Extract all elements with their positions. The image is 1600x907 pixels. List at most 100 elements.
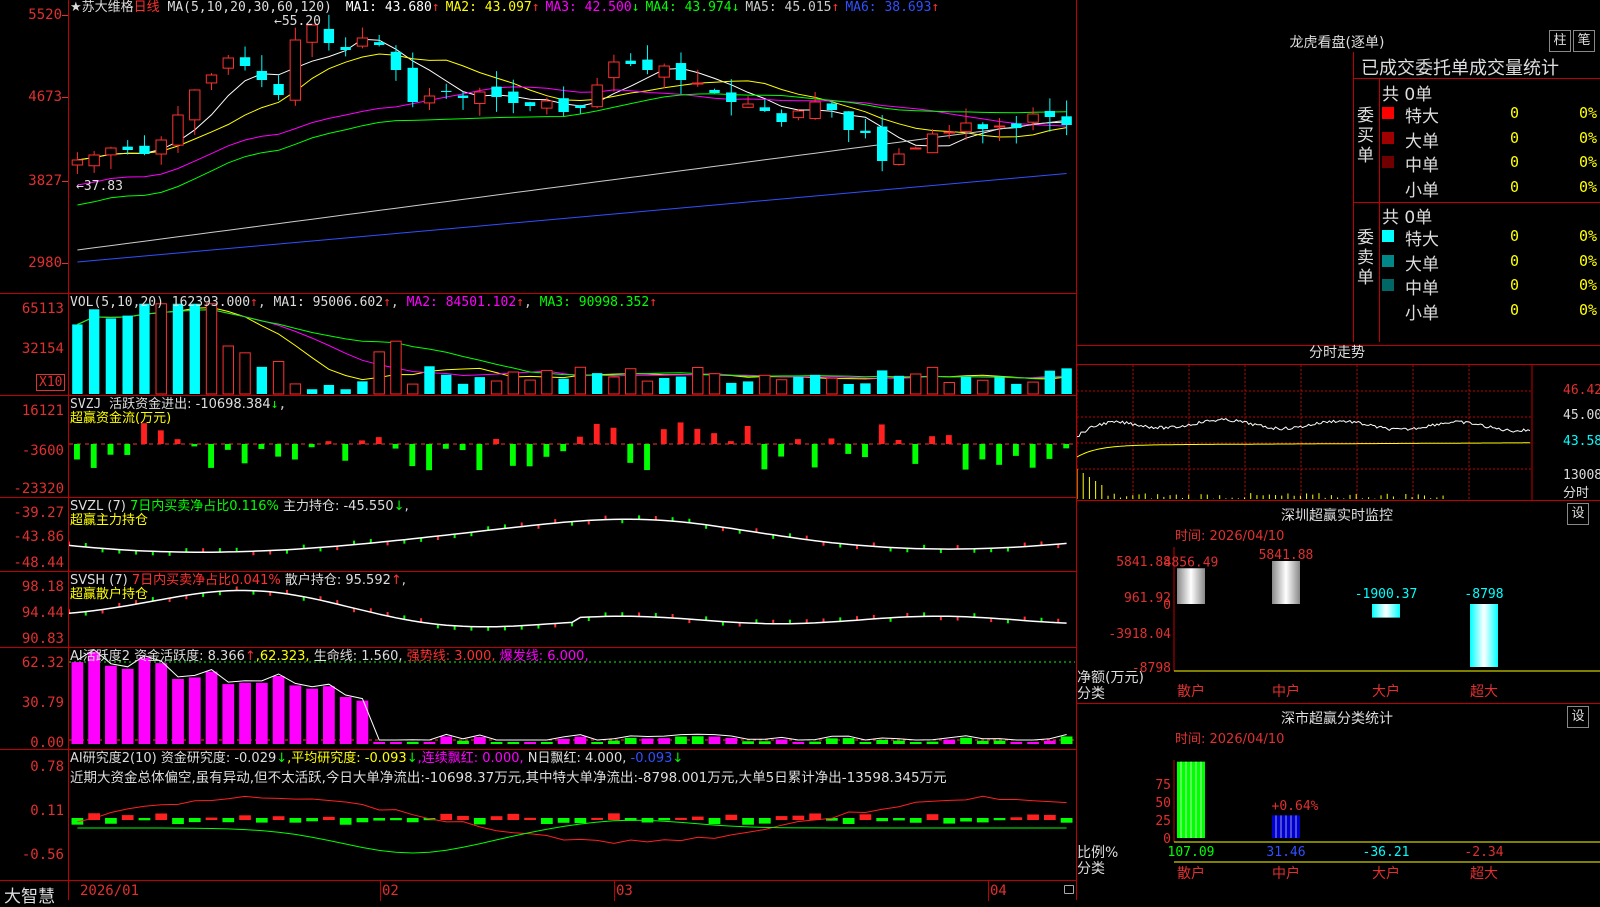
- svzj-bar: [459, 444, 466, 451]
- bar-mode-button[interactable]: 柱: [1549, 30, 1571, 52]
- ai2-bar: [658, 818, 671, 821]
- svzj-panel[interactable]: SVZJ 活跃资金进出: -10698.384↓, 超赢资金流(万元) 1612…: [0, 396, 1076, 498]
- candle-body: [1027, 113, 1039, 123]
- ai1-bar: [976, 740, 989, 744]
- intraday-panel[interactable]: 分时走势 46.42 45.00 43.58 13008 分时: [1077, 338, 1600, 501]
- intra-axis-low: 43.58: [1563, 434, 1600, 449]
- ai2-bar: [758, 818, 771, 824]
- volume-bar: [424, 366, 435, 394]
- ai1-bar: [88, 651, 101, 744]
- ai1-bar: [1043, 740, 1056, 744]
- candle-body: [943, 131, 955, 134]
- ai1-bar: [373, 742, 386, 744]
- row-name: 特大: [1405, 230, 1439, 250]
- svzl-panel[interactable]: SVZL (7) 7日内买卖净占比0.116% 主力持仓: -45.550↓, …: [0, 498, 1076, 572]
- szm-bar-rect: [1470, 604, 1498, 667]
- ai1-bar: [1027, 742, 1039, 744]
- high-marker: ←55.20: [274, 14, 321, 29]
- row-name: 大单: [1405, 254, 1439, 275]
- main-chart-area[interactable]: ★苏大维格日线 MA(5,10,20,30,60,120) MA1: 43.68…: [0, 0, 1076, 907]
- volume-bar: [289, 383, 302, 395]
- x-tick-feb: 02: [382, 883, 399, 899]
- svzj-bar: [929, 436, 935, 444]
- row-pct: 0%: [1578, 153, 1597, 171]
- ma-arrow-2: ↑: [531, 0, 540, 15]
- ma-value-6: MA6: 38.693: [845, 0, 932, 15]
- dragon-col-line: [1379, 78, 1380, 342]
- intra-axis-label: 分时: [1563, 486, 1590, 501]
- ai2-line-green: [77, 819, 1067, 854]
- candle-body: [742, 103, 754, 108]
- ai1-bar: [188, 677, 201, 744]
- price-axis-label: 3827: [28, 173, 62, 189]
- ai2-bar: [557, 818, 570, 823]
- buy-label-char: 委: [1357, 106, 1374, 126]
- ai2-bar: [893, 818, 905, 821]
- vol-unit-badge: X10: [36, 374, 66, 391]
- ai1-bar: [272, 675, 285, 744]
- candle-body: [776, 113, 787, 122]
- ai1-bar: [390, 742, 402, 744]
- ai1-bar: [524, 742, 536, 744]
- svzj-bar: [308, 444, 315, 448]
- candle-body: [910, 147, 922, 150]
- low-marker: ←37.83: [76, 179, 123, 194]
- price-panel[interactable]: ★苏大维格日线 MA(5,10,20,30,60,120) MA1: 43.68…: [0, 0, 1076, 294]
- volume-bar: [826, 377, 838, 395]
- volume-bar: [72, 324, 83, 394]
- ai1-bar: [909, 742, 922, 744]
- intraday-title: 分时走势: [1309, 345, 1365, 361]
- candle-body: [373, 42, 385, 45]
- volume-panel[interactable]: VOL(5,10,20) 162393.000↑, MA1: 95006.602…: [0, 294, 1076, 396]
- intra-axis-vol: 13008: [1563, 468, 1600, 483]
- candle-body: [222, 57, 234, 69]
- svzj-bar: [711, 433, 718, 444]
- szm-axis-label: 0: [1163, 598, 1171, 613]
- ai1-bar: [809, 741, 821, 744]
- sz-stats-panel[interactable]: 深市超赢分类统计 设 时间: 2026/04/10 75 50 25 0 107.09 散…: [1077, 704, 1600, 900]
- ai2-bar: [172, 818, 184, 825]
- x-tick-mar: 03: [616, 883, 633, 899]
- sz-monitor-panel[interactable]: 深圳超赢实时监控 设 时间: 2026/04/10 5841.88 961.92 0…: [1077, 501, 1600, 704]
- volume-bar: [641, 380, 654, 395]
- candle-body: [876, 126, 888, 161]
- trade-mode-button[interactable]: 笔: [1573, 30, 1595, 52]
- row-name: 中单: [1405, 279, 1439, 299]
- volume-bar: [222, 345, 234, 395]
- lock-icon[interactable]: [1064, 885, 1074, 894]
- row-count: 0: [1509, 276, 1519, 294]
- svzl-subtitle: 超赢主力持仓: [70, 513, 149, 528]
- ai2-bar: [675, 817, 687, 820]
- candle-body: [692, 82, 704, 85]
- volume-bar: [239, 352, 251, 395]
- ai1-bar: [943, 739, 956, 744]
- svsh-axis-bot: 90.83: [21, 631, 64, 647]
- vol-axis-top: 65113: [21, 301, 64, 317]
- period-label: 日线: [133, 0, 160, 15]
- candle-body: [172, 114, 184, 146]
- volume-bar: [708, 373, 721, 395]
- candle-body: [993, 125, 1006, 128]
- svsh-line: [69, 589, 1067, 628]
- ai-activity-panel[interactable]: AI活跃度2 资金活跃度: 8.366↑,62.323, 生命线: 1.560,…: [0, 648, 1076, 750]
- szm-axis-label: -3918.04: [1108, 627, 1171, 642]
- ai-research-panel[interactable]: AI研究度2(10) 资金研究度: -0.029↓,平均研究度: -0.093↓…: [0, 750, 1076, 862]
- candle-body: [155, 139, 167, 155]
- row-swatch: [1382, 107, 1394, 119]
- buy-side-label: 委买单: [1357, 106, 1375, 166]
- svsh-panel[interactable]: SVSH (7) 7日内买卖净占比0.041% 散户持仓: 95.592↑, 超…: [0, 572, 1076, 648]
- ma-arrow-4: ↓: [731, 0, 740, 15]
- volume-bar: [692, 367, 704, 395]
- svzj-bar: [526, 444, 533, 467]
- szs-axis-label: 50: [1155, 796, 1171, 811]
- svzl-axis-bot: -48.44: [13, 555, 64, 571]
- volume-bar: [524, 379, 536, 395]
- row-swatch: [1382, 156, 1394, 168]
- candle-body: [340, 46, 351, 50]
- candle-body: [524, 102, 536, 106]
- ai2-bar: [1060, 818, 1073, 823]
- ai1-bar: [1060, 736, 1073, 744]
- ai2-bar: [356, 818, 369, 823]
- ai2-bar: [524, 817, 536, 820]
- volume-bar: [742, 381, 754, 394]
